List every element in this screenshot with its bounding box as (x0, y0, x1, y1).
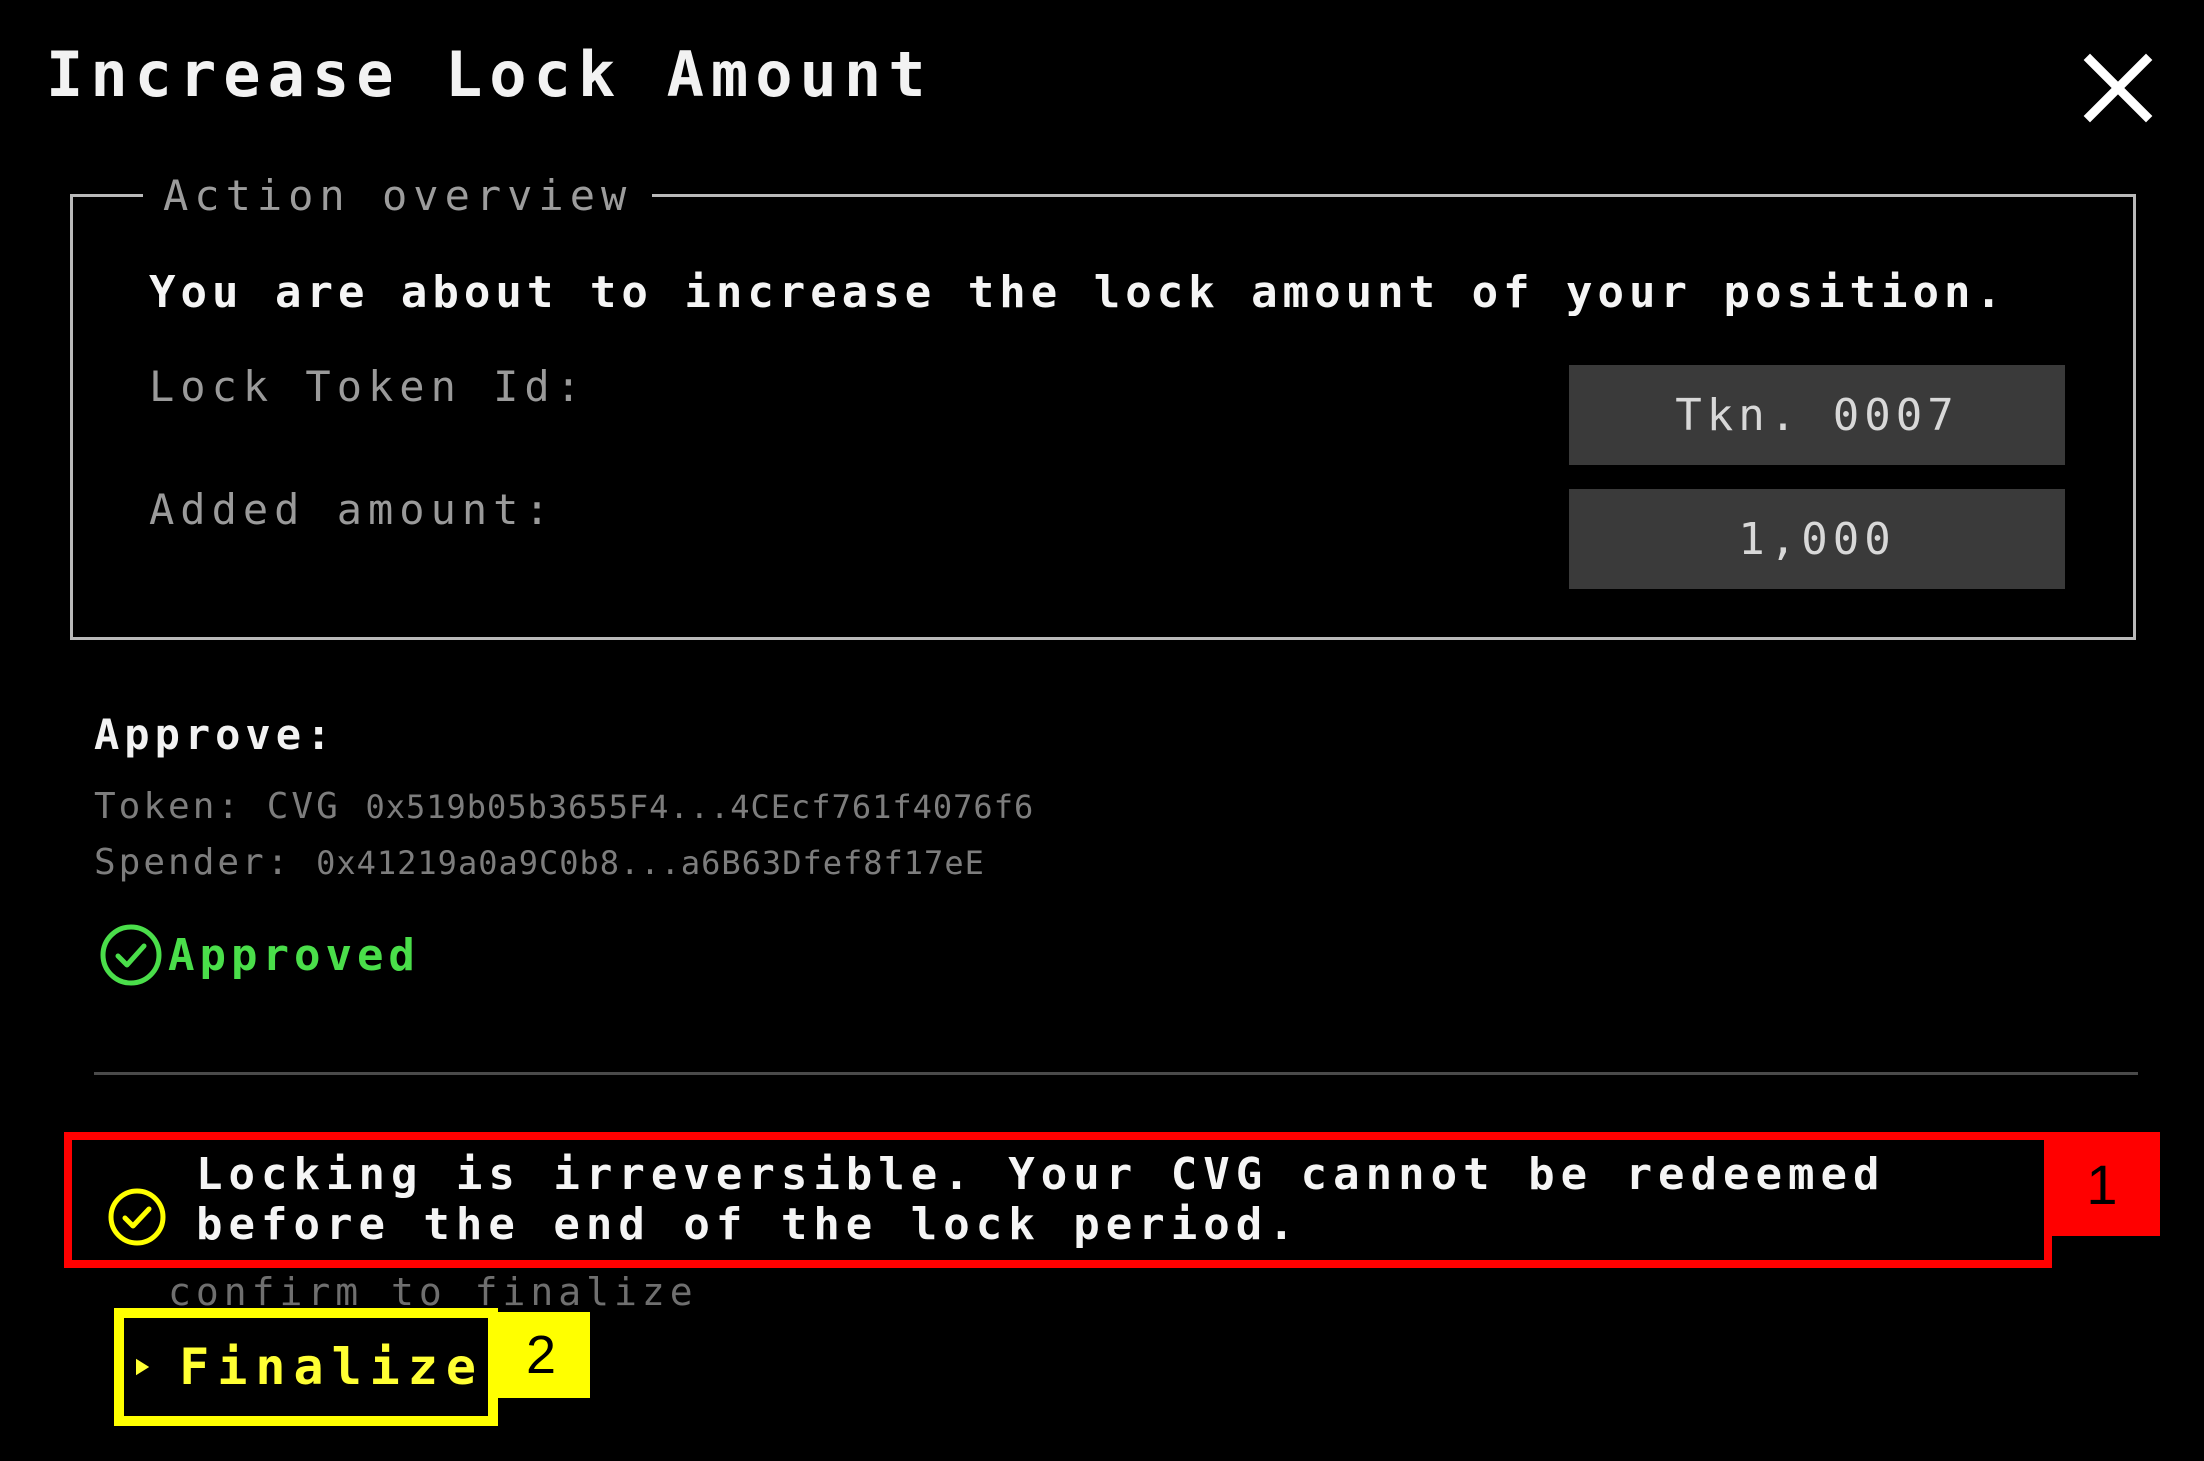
action-description: You are about to increase the lock amoun… (149, 267, 2007, 318)
modal-title: Increase Lock Amount (46, 38, 933, 111)
check-circle-icon (108, 1188, 166, 1246)
irreversible-warning: Locking is irreversible. Your CVG cannot… (64, 1132, 2052, 1268)
finalize-label: Finalize (179, 1338, 484, 1396)
play-arrow-icon (136, 1358, 150, 1376)
action-overview: Action overview You are about to increas… (70, 161, 2136, 640)
annotation-badge-2: 2 (492, 1312, 590, 1398)
approve-spender-line: Spender: 0x41219a0a9C0b8...a6B63Dfef8f17… (94, 842, 985, 883)
section-divider (94, 1072, 2138, 1075)
approved-status: Approved (98, 922, 420, 988)
lock-token-id-label: Lock Token Id: (149, 362, 588, 411)
approved-status-label: Approved (168, 929, 420, 981)
finalize-button[interactable]: Finalize (128, 1322, 484, 1412)
added-amount-label: Added amount: (149, 485, 556, 534)
close-icon (2083, 53, 2153, 123)
action-overview-legend: Action overview (143, 161, 653, 231)
approve-token-symbol: CVG (266, 786, 341, 827)
warning-text: Locking is irreversible. Your CVG cannot… (196, 1149, 1918, 1250)
check-circle-icon (100, 924, 162, 986)
approve-token-address: 0x519b05b3655F4...4CEcf761f4076f6 (365, 788, 1035, 826)
close-button[interactable] (2082, 52, 2154, 124)
approve-title: Approve: (94, 710, 337, 759)
approve-token-label: Token: (94, 786, 243, 827)
approve-spender-address: 0x41219a0a9C0b8...a6B63Dfef8f17eE (316, 844, 985, 882)
lock-token-id-value: Tkn. 0007 (1569, 365, 2065, 465)
approve-token-line: Token: CVG 0x519b05b3655F4...4CEcf761f40… (94, 786, 1034, 827)
added-amount-value: 1,000 (1569, 489, 2065, 589)
approve-spender-label: Spender: (94, 842, 292, 883)
annotation-badge-1: 1 (2044, 1132, 2160, 1236)
